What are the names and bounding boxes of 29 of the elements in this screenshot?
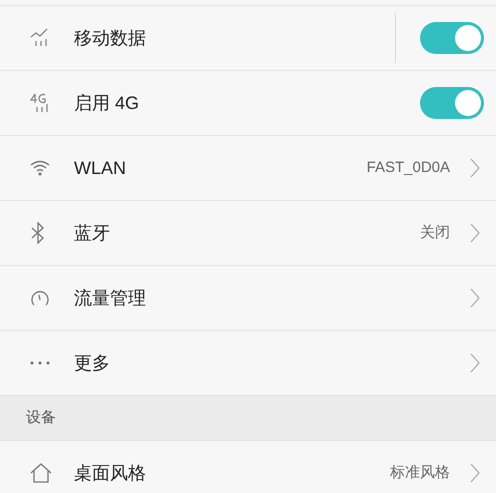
chevron-right-icon — [470, 223, 480, 243]
setting-label: 桌面风格 — [74, 462, 147, 484]
setting-label: 启用 4G — [74, 92, 140, 114]
chevron-right-icon — [470, 353, 480, 373]
settings-row[interactable]: 移动数据 — [0, 6, 496, 71]
settings-row[interactable]: 桌面风格 标准风格 — [0, 441, 496, 493]
setting-value: FAST_0D0A — [366, 158, 450, 178]
section-header: 设备 — [26, 408, 56, 428]
settings-row[interactable]: 启用 4G — [0, 71, 496, 136]
setting-label: WLAN — [74, 156, 128, 180]
toggle-switch[interactable] — [420, 22, 484, 54]
gauge-icon — [30, 289, 50, 307]
chevron-right-icon — [470, 158, 480, 178]
setting-label: 更多 — [74, 352, 111, 374]
setting-label: 流量管理 — [74, 286, 147, 310]
home-icon — [30, 463, 52, 483]
setting-value: 标准风格 — [390, 462, 450, 483]
settings-row[interactable]: 流量管理 — [0, 266, 496, 331]
setting-label: 移动数据 — [74, 26, 147, 50]
settings-row[interactable]: 蓝牙 关闭 — [0, 201, 496, 266]
chevron-right-icon — [470, 288, 480, 308]
bluetooth-icon — [30, 222, 46, 244]
wifi-icon — [30, 160, 50, 176]
setting-label: 蓝牙 — [74, 222, 111, 244]
settings-row[interactable]: WLAN FAST_0D0A — [0, 136, 496, 201]
more-icon — [30, 361, 50, 365]
setting-value: 关闭 — [420, 222, 450, 243]
toggle-switch[interactable] — [420, 87, 484, 119]
chevron-right-icon — [470, 463, 480, 483]
